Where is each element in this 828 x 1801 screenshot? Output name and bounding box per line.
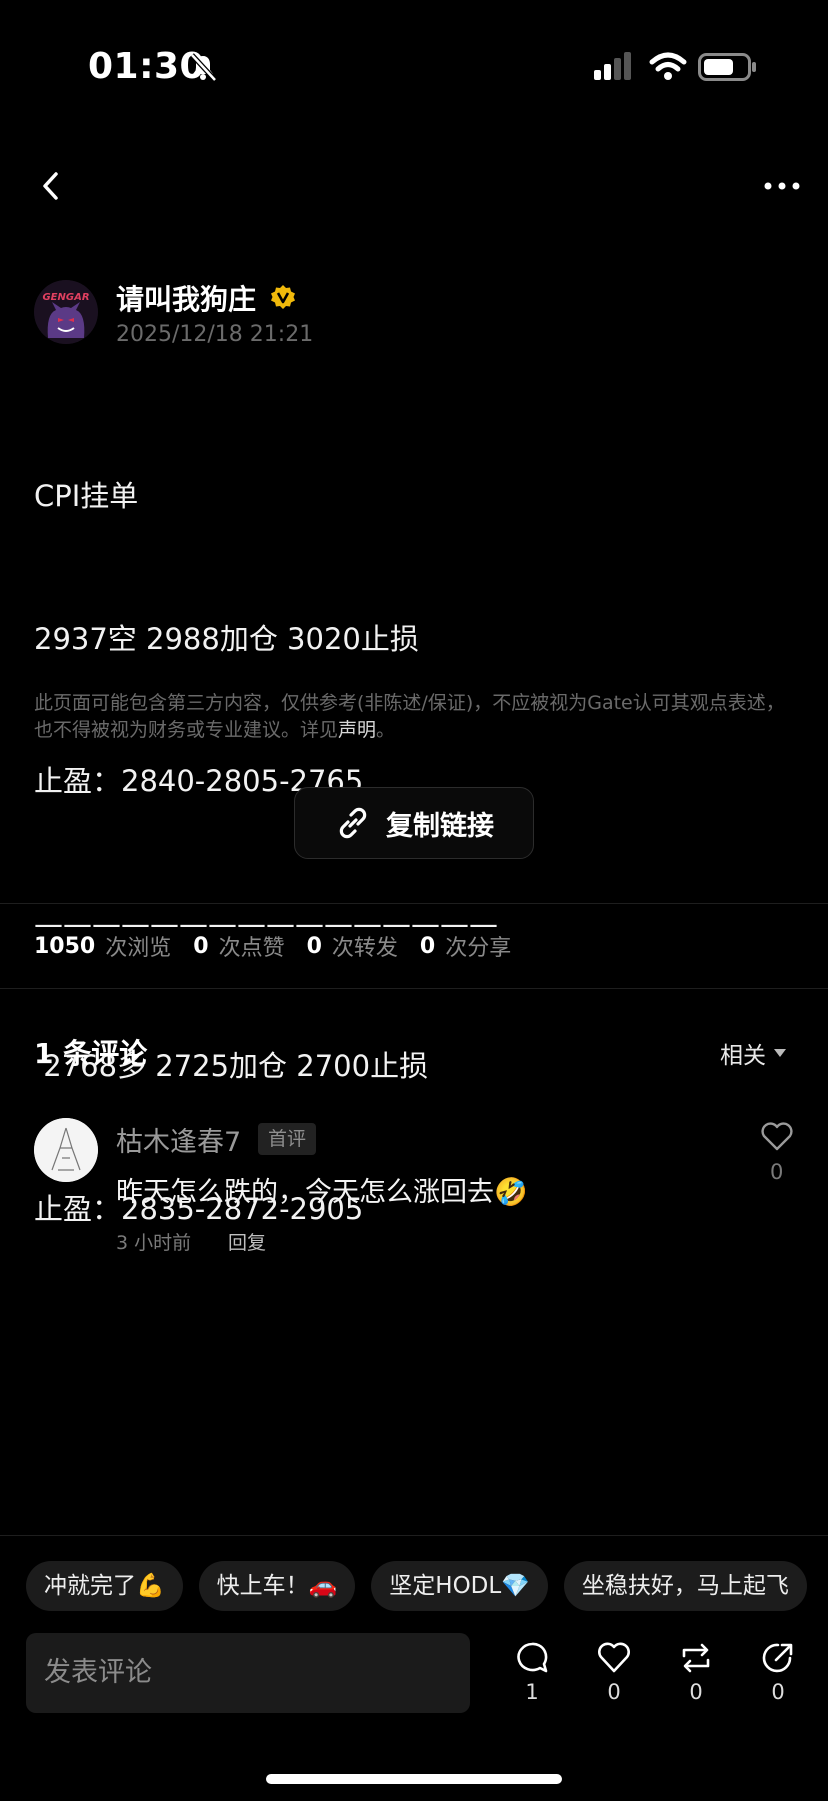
sketch-avatar-image: [34, 1118, 98, 1182]
copy-link-label: 复制链接: [386, 810, 494, 842]
copy-link-button[interactable]: 复制链接: [294, 787, 534, 859]
like-action[interactable]: 0: [584, 1640, 644, 1704]
author-name[interactable]: 请叫我狗庄: [116, 278, 256, 318]
repost-action-count: 0: [689, 1680, 703, 1704]
back-arrow-icon[interactable]: [36, 168, 66, 204]
heart-icon: [598, 1642, 630, 1673]
comment-time: 3 小时前: [116, 1232, 192, 1254]
views-count: 1050: [34, 933, 96, 959]
reply-button[interactable]: 回复: [228, 1228, 266, 1255]
commenter-name[interactable]: 枯木逢春7: [116, 1120, 241, 1159]
disclaimer-end: 。: [376, 719, 396, 741]
more-options-icon[interactable]: [762, 176, 802, 196]
comment-input[interactable]: 发表评论: [26, 1633, 470, 1713]
cellular-signal-icon: [594, 52, 631, 80]
post-date: 2025/12/18 21:21: [116, 322, 314, 347]
share-icon: [762, 1643, 793, 1673]
quick-reply-chip[interactable]: 坚定HODL💎: [371, 1561, 548, 1611]
divider: [0, 1535, 828, 1536]
disclaimer: 此页面可能包含第三方内容，仅供参考(非陈述/保证)，不应被视为Gate认可其观点…: [34, 690, 794, 744]
gengar-avatar-image: GENGAR: [34, 280, 98, 344]
first-comment-badge: 首评: [258, 1123, 317, 1155]
repost-icon: [682, 1643, 710, 1673]
quick-reply-chip[interactable]: 快上车！🚗: [198, 1561, 356, 1611]
sort-label: 相关: [720, 1043, 766, 1069]
caret-down-icon: [774, 1049, 786, 1057]
disclaimer-link[interactable]: 声明: [338, 719, 376, 741]
like-action-count: 0: [607, 1680, 621, 1704]
comment-text: 昨天怎么跌的，今天怎么涨回去🤣: [116, 1177, 528, 1208]
shares-count: 0: [419, 933, 436, 959]
comment-bubble-icon: [517, 1642, 548, 1673]
comment-action-count: 1: [525, 1680, 539, 1704]
heart-outline-icon[interactable]: [760, 1122, 794, 1152]
author-avatar[interactable]: GENGAR: [34, 280, 98, 344]
comment-action[interactable]: 1: [502, 1640, 562, 1704]
share-action[interactable]: 0: [748, 1640, 808, 1704]
repost-action[interactable]: 0: [666, 1640, 726, 1704]
bell-muted-icon: [190, 53, 217, 82]
link-icon: [339, 807, 367, 839]
verified-badge-icon: [271, 285, 295, 309]
battery-icon: [698, 53, 756, 81]
wifi-icon: [649, 52, 687, 80]
commenter-avatar[interactable]: [34, 1118, 98, 1182]
post-line: CPI挂单: [34, 479, 139, 513]
likes-count: 0: [193, 933, 209, 959]
avatar-logo-text: GENGAR: [42, 292, 89, 303]
likes-label: 次点赞: [218, 936, 285, 961]
home-indicator: [266, 1774, 562, 1784]
views-label: 次浏览: [105, 936, 172, 961]
post-line: 2937空 2988加仓 3020止损: [34, 621, 419, 656]
quick-reply-chip[interactable]: 坐稳扶好，马上起飞: [563, 1561, 807, 1611]
sort-dropdown[interactable]: 相关: [720, 1036, 786, 1070]
divider: [0, 988, 828, 989]
shares-label: 次分享: [445, 936, 512, 961]
quick-reply-chip[interactable]: 冲就完了💪: [26, 1561, 183, 1611]
reposts-count: 0: [306, 933, 322, 959]
post-stats: 1050 次浏览 0 次点赞 0 次转发 0 次分享: [34, 930, 533, 962]
divider: [0, 903, 828, 904]
post-line: 2768多 2725加仓 2700止损: [34, 1049, 429, 1083]
disclaimer-text: 此页面可能包含第三方内容，仅供参考(非陈述/保证)，不应被视为Gate认可其观点…: [34, 692, 785, 741]
reposts-label: 次转发: [331, 936, 398, 961]
share-action-count: 0: [771, 1680, 785, 1704]
comment-like-count: 0: [770, 1160, 784, 1184]
comments-count-title: 1 条评论: [34, 1037, 148, 1070]
quick-reply-chips: 冲就完了💪 快上车！🚗 坚定HODL💎 坐稳扶好，马上起飞: [26, 1561, 807, 1611]
